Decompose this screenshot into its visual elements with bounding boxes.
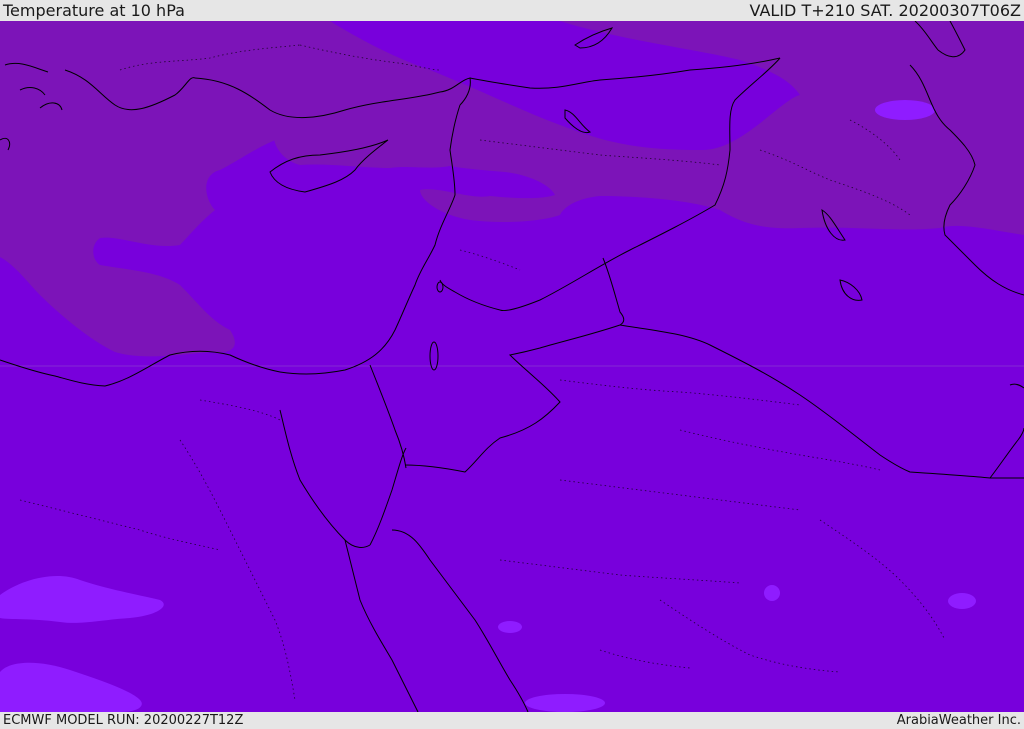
cool-pocket-south	[525, 694, 605, 712]
temperature-map	[0, 21, 1024, 712]
cool-pocket-iran	[875, 100, 935, 120]
map-title: Temperature at 10 hPa	[3, 1, 185, 20]
map-footer: ECMWF MODEL RUN: 20200227T12Z ArabiaWeat…	[0, 712, 1024, 729]
cool-pocket-red-sea	[498, 621, 522, 633]
model-run: ECMWF MODEL RUN: 20200227T12Z	[3, 713, 244, 728]
map-canvas	[0, 21, 1024, 712]
map-header: Temperature at 10 hPa VALID T+210 SAT. 2…	[0, 0, 1024, 21]
valid-time: VALID T+210 SAT. 20200307T06Z	[749, 1, 1021, 20]
credit: ArabiaWeather Inc.	[896, 713, 1021, 728]
cool-pocket-arabia	[764, 585, 780, 601]
cool-pocket-east	[948, 593, 976, 609]
